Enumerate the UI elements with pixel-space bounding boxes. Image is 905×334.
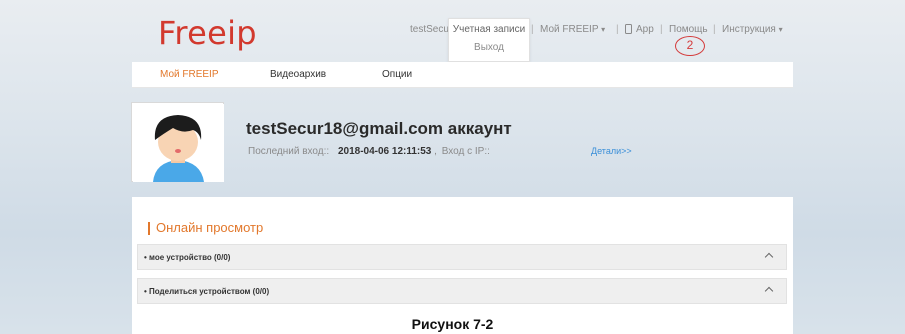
help-link[interactable]: Помощь (669, 24, 708, 35)
login-ip-label: Вход с IP:: (441, 146, 490, 157)
main-tab-bar: Мой FREEIP Видеоархив Опции (132, 62, 793, 88)
chevron-down-icon: ▾ (601, 25, 606, 34)
figure-caption: Рисунок 7-2 (411, 316, 494, 332)
nav-separator: | (713, 24, 716, 35)
user-dropdown-menu: Учетная записи Выход (448, 18, 530, 62)
my-freeip-menu[interactable]: Мой FREEIP ▾ (540, 24, 605, 35)
my-freeip-label: Мой FREEIP (540, 24, 599, 35)
app-link[interactable]: App (636, 24, 654, 35)
shared-devices-row[interactable]: • Поделиться устройством (0/0) (137, 278, 787, 304)
account-title: testSecur18@gmail.com аккаунт (246, 119, 512, 138)
shared-devices-label: • Поделиться устройством (0/0) (144, 287, 270, 296)
instruction-label: Инструкция (722, 24, 776, 35)
tab-my-freeip[interactable]: Мой FREEIP (160, 69, 219, 80)
instruction-menu[interactable]: Инструкция ▾ (722, 24, 783, 35)
last-login-label: Последний вход:: (248, 146, 330, 157)
separator-comma: , (434, 146, 440, 157)
tab-options[interactable]: Опции (382, 69, 412, 80)
section-title: Онлайн просмотр (148, 220, 263, 235)
user-menu-label[interactable]: testSecu (410, 24, 449, 35)
nav-separator: | (531, 24, 534, 35)
last-login-value: 2018-04-06 12:11:53 (337, 146, 432, 157)
details-link[interactable]: Детали>> (591, 146, 632, 156)
tab-video-archive[interactable]: Видеоархив (270, 69, 326, 80)
my-devices-row[interactable]: • мое устройство (0/0) (137, 244, 787, 270)
online-view-panel: Онлайн просмотр • мое устройство (0/0) •… (132, 197, 793, 334)
chevron-down-icon: ▾ (778, 25, 783, 34)
logout-menu-item[interactable]: Выход (449, 42, 529, 53)
my-devices-label: • мое устройство (0/0) (144, 253, 231, 262)
nav-separator: | (660, 24, 663, 35)
chevron-up-icon[interactable] (764, 252, 774, 262)
account-menu-item[interactable]: Учетная записи (449, 24, 529, 35)
annotation-circle: 2 (675, 36, 705, 56)
last-login-line: Последний вход:: 2018-04-06 12:11:53 , В… (248, 146, 490, 157)
phone-icon (625, 24, 632, 34)
logo[interactable]: Freeip (158, 14, 257, 52)
avatar-image (133, 104, 224, 182)
avatar[interactable] (131, 102, 224, 182)
section-title-text: Онлайн просмотр (156, 220, 264, 235)
nav-separator: | (616, 24, 619, 35)
chevron-up-icon[interactable] (764, 286, 774, 296)
